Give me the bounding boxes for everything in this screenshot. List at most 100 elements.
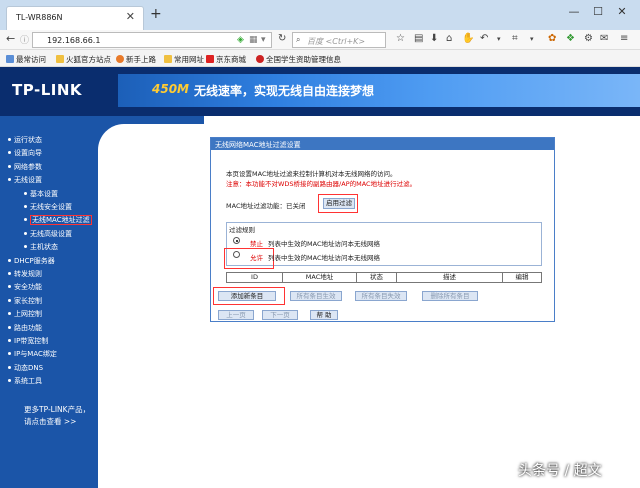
home-icon[interactable]: ⌂ [446,33,452,44]
sidebar-item-label: DHCP服务器 [14,256,55,265]
bullet-icon [24,245,27,249]
sidebar-item-label: 基本设置 [30,189,58,198]
crop-icon[interactable]: ⌗ [512,33,518,44]
minimize-icon[interactable]: — [566,5,582,18]
star-icon[interactable]: ☆ [396,33,405,44]
bookmarks-bar: 最常访问 火狐官方站点 新手上路 常用网址 京东商城 全国学生资助管理信息 [0,50,640,67]
gear-icon[interactable]: ⚙ [584,33,593,44]
maximize-icon[interactable]: ☐ [590,5,606,18]
sidebar-item[interactable]: IP带宽控制 [8,336,48,346]
bullet-icon [8,339,11,342]
more-products-link[interactable]: 更多TP-LINK产品， 请点击查看 >> [24,404,90,428]
sidebar-item[interactable]: 网络参数 [8,162,42,172]
next-page-button[interactable]: 下一页 [262,310,298,320]
sidebar-item[interactable]: 上网控制 [8,309,42,319]
sidebar-item-label: 无线MAC地址过滤 [30,215,92,226]
reload-icon[interactable]: ↻ [278,33,286,44]
sidebar-item[interactable]: 主机状态 [24,242,58,252]
banner-speed: 450M [152,82,189,96]
address-bar[interactable]: 192.168.66.1 ◈ ▦ ▾ [32,32,272,48]
sidebar-item[interactable]: 系统工具 [8,376,42,386]
site-icon [256,55,264,63]
enable-filter-button[interactable]: 启用过滤 [323,198,355,209]
search-input[interactable]: ⌕ 百度 <Ctrl+K> [292,32,386,48]
chat-icon[interactable]: ✉ [600,33,608,44]
back-icon[interactable]: ← [6,32,15,45]
sidebar-item-label: 路由功能 [14,323,42,332]
reading-list-icon[interactable]: ▤ [414,33,423,44]
panel-title: 无线网络MAC地址过滤设置 [211,138,554,150]
sidebar-item[interactable]: 路由功能 [8,323,42,333]
bullet-icon [24,231,27,235]
sidebar-item[interactable]: 转发规则 [8,269,42,279]
highlight-box [224,248,274,269]
allow-text: 列表中生效的MAC地址访问本无线网络 [268,254,380,262]
add-entry-button[interactable]: 添加新条目 [218,291,276,301]
sidebar-item[interactable]: 无线MAC地址过滤 [24,215,92,226]
enable-all-button[interactable]: 所有条目生效 [290,291,342,301]
close-window-icon[interactable]: ✕ [614,5,630,18]
help-button[interactable]: 帮 助 [310,310,338,320]
sidebar-item-label: 无线安全设置 [30,203,72,211]
undo-icon[interactable]: ↶ [480,33,488,44]
sidebar-item[interactable]: 家长控制 [8,296,42,306]
deny-radio[interactable] [233,237,240,244]
sidebar-item-label: 无线设置 [14,176,42,185]
dropdown-icon[interactable]: ▾ [261,35,266,45]
crop-dropdown-icon[interactable]: ▾ [530,35,534,43]
search-icon: ⌕ [296,35,301,44]
bookmark-item[interactable]: 全国学生资助管理信息 [256,54,341,65]
url-text: 192.168.66.1 [47,36,101,45]
mac-table-header: ID MAC地址 状态 描述 编辑 [226,272,542,283]
sidebar-item-label: 系统工具 [14,377,42,386]
extension-icon[interactable]: ✿ [548,33,556,44]
sidebar-item[interactable]: 安全功能 [8,282,42,292]
delete-all-button[interactable]: 删除所有条目 [422,291,478,301]
sidebar-item[interactable]: 运行状态 [8,135,42,145]
sidebar-item-label: IP与MAC绑定 [14,350,57,359]
browser-window: TL-WR886N ✕ + — ☐ ✕ ← ⓘ 192.168.66.1 ◈ ▦… [0,0,640,488]
close-tab-icon[interactable]: ✕ [126,10,135,23]
browser-tab[interactable]: TL-WR886N ✕ [6,6,144,30]
column-header: ID [227,273,283,282]
bullet-icon [8,272,11,275]
sidebar-item[interactable]: 无线安全设置 [24,202,72,212]
sidebar-item[interactable]: IP与MAC绑定 [8,349,57,359]
bookmark-item[interactable]: 新手上路 [116,54,156,65]
bookmark-item[interactable]: 最常访问 [6,54,46,65]
bookmark-item[interactable]: 京东商城 [206,54,246,65]
qr-icon[interactable]: ▦ [249,35,258,45]
prev-page-button[interactable]: 上一页 [218,310,254,320]
disable-all-button[interactable]: 所有条目失效 [355,291,407,301]
info-icon[interactable]: ⓘ [20,33,29,46]
bookmark-item[interactable]: 常用网址 [164,54,204,65]
sidebar-item[interactable]: DHCP服务器 [8,256,55,266]
bullet-icon [8,379,11,383]
sidebar-item-label: IP带宽控制 [14,337,49,345]
allow-radio[interactable] [233,251,240,258]
sidebar-item[interactable]: 无线高级设置 [24,229,72,239]
shield-icon[interactable]: ◈ [237,35,244,45]
bullet-icon [24,191,27,195]
bullet-icon [8,285,11,289]
nav-bar: ← ⓘ 192.168.66.1 ◈ ▦ ▾ ↻ ⌕ 百度 <Ctrl+K> ☆… [0,30,640,50]
puzzle-icon[interactable]: ❖ [566,33,575,44]
deny-label: 禁止 [250,240,263,248]
undo-dropdown-icon[interactable]: ▾ [497,35,501,43]
panel-note: 注意：本功能不对WDS桥接的副路由器/AP的MAC地址进行过滤。 [226,180,417,188]
download-icon[interactable]: ⬇ [430,33,438,44]
sidebar-item[interactable]: 动态DNS [8,363,43,373]
allow-label: 允许 [250,254,263,262]
bookmark-item[interactable]: 火狐官方站点 [56,54,111,65]
column-header: 编辑 [515,273,529,281]
sidebar-item[interactable]: 设置向导 [8,148,42,158]
hand-icon[interactable]: ✋ [462,33,474,44]
tp-link-logo: TP-LINK [12,81,83,99]
menu-icon[interactable]: ≡ [620,33,628,44]
sidebar-item[interactable]: 无线设置 [8,175,42,185]
sidebar-item[interactable]: 基本设置 [24,189,58,199]
jd-icon [206,55,214,63]
new-tab-button[interactable]: + [150,6,162,22]
column-header: 状态 [357,273,397,282]
column-header: 描述 [397,273,503,282]
